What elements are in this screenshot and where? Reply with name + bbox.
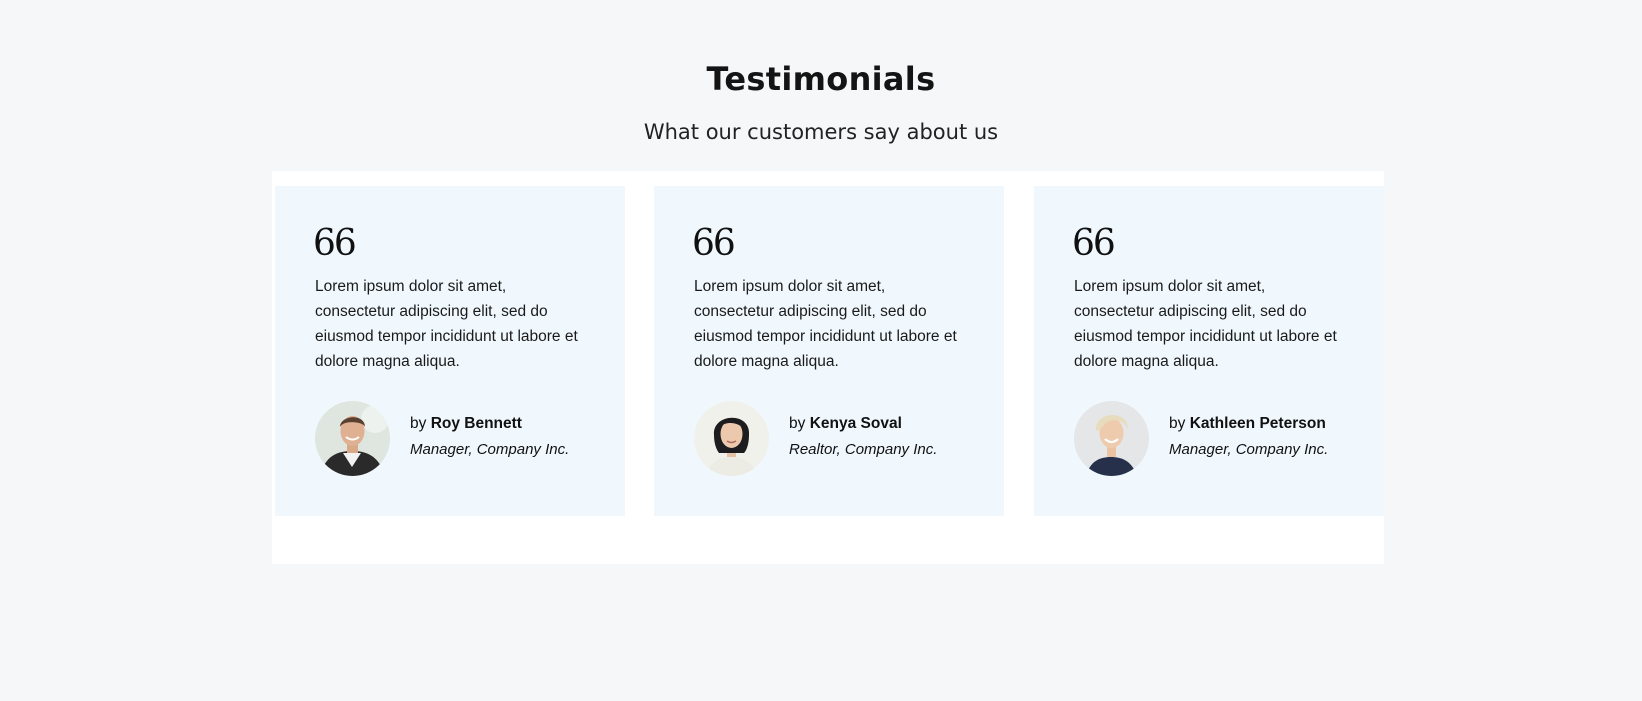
quote-icon: 66 xyxy=(692,223,736,264)
testimonial-text: Lorem ipsum dolor sit amet, consectetur … xyxy=(694,278,957,370)
author-info: by Kenya Soval Realtor, Company Inc. xyxy=(789,414,999,460)
testimonial-text: Lorem ipsum dolor sit amet, consectetur … xyxy=(315,278,578,370)
author-role: Manager, Company Inc. xyxy=(1169,441,1329,458)
section-subtitle: What our customers say about us xyxy=(643,120,999,144)
author-role: Manager, Company Inc. xyxy=(410,441,570,458)
author-avatar xyxy=(1074,401,1149,476)
author-by-prefix: by xyxy=(789,415,806,432)
author-info: by Roy Bennett Manager, Company Inc. xyxy=(410,414,620,460)
testimonial-card: 66 Lorem ipsum dolor sit amet, consectet… xyxy=(1034,186,1384,516)
author-info: by Kathleen Peterson Manager, Company In… xyxy=(1169,414,1379,460)
author-name: Kenya Soval xyxy=(809,415,902,432)
author-role: Realtor, Company Inc. xyxy=(789,441,938,458)
quote-icon: 66 xyxy=(1072,223,1116,264)
section-title: Testimonials xyxy=(706,60,936,98)
author-name: Kathleen Peterson xyxy=(1189,415,1326,432)
author-by-prefix: by xyxy=(1169,415,1186,432)
testimonials-panel: 66 Lorem ipsum dolor sit amet, consectet… xyxy=(272,171,1384,564)
testimonial-card: 66 Lorem ipsum dolor sit amet, consectet… xyxy=(654,186,1004,516)
testimonial-card: 66 Lorem ipsum dolor sit amet, consectet… xyxy=(275,186,625,516)
author-by-prefix: by xyxy=(410,415,427,432)
author-avatar xyxy=(315,401,390,476)
testimonial-text: Lorem ipsum dolor sit amet, consectetur … xyxy=(1074,278,1337,370)
quote-icon: 66 xyxy=(313,223,357,264)
author-avatar xyxy=(694,401,769,476)
author-name: Roy Bennett xyxy=(430,415,522,432)
